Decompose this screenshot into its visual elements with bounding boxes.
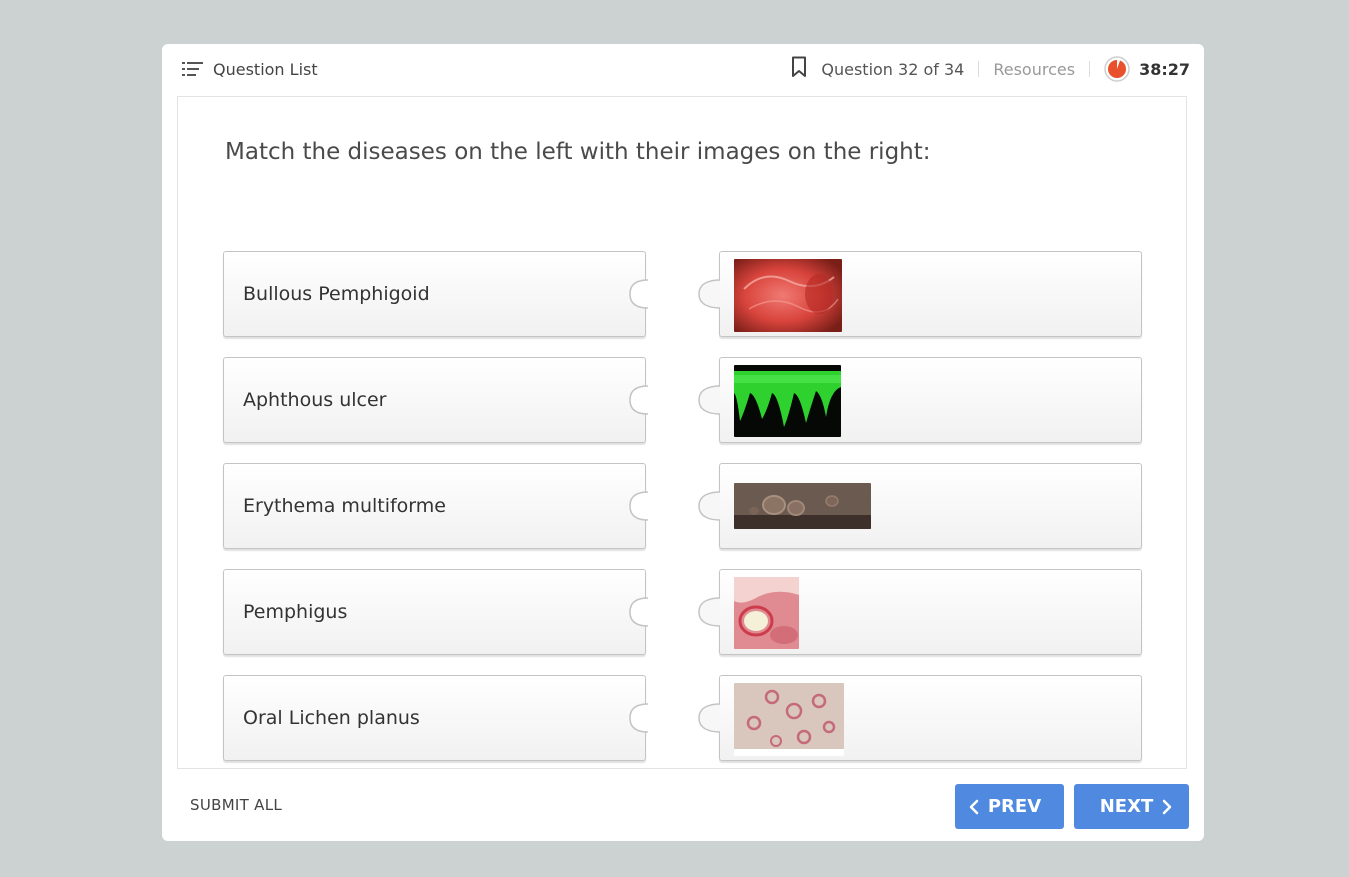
chevron-left-icon xyxy=(969,799,979,815)
prev-button[interactable]: PREV xyxy=(955,784,1064,829)
puzzle-tab xyxy=(698,279,720,309)
top-right-controls: Question 32 of 34 Resources 38:27 xyxy=(791,54,1190,84)
target-lesions-skin-image xyxy=(734,683,844,756)
red-oral-mucosa-lesion-image xyxy=(734,259,842,332)
disease-label: Aphthous ulcer xyxy=(243,389,387,411)
timer-display: 38:27 xyxy=(1139,59,1190,79)
prev-label: PREV xyxy=(987,796,1042,817)
blisters-on-dark-skin-image xyxy=(734,483,871,529)
list-icon xyxy=(182,62,203,76)
draggable-disease-piece[interactable]: Oral Lichen planus xyxy=(223,675,648,761)
question-counter: Question 32 of 34 xyxy=(821,59,965,79)
disease-label: Bullous Pemphigoid xyxy=(243,283,430,305)
draggable-disease-piece[interactable]: Bullous Pemphigoid xyxy=(223,251,648,337)
puzzle-tab xyxy=(698,597,720,627)
draggable-disease-piece[interactable]: Pemphigus xyxy=(223,569,648,655)
puzzle-notch xyxy=(629,703,648,733)
image-match-piece[interactable] xyxy=(698,251,1142,337)
footer: SUBMIT ALL PREV NEXT xyxy=(162,769,1204,841)
question-panel: Match the diseases on the left with thei… xyxy=(177,96,1187,769)
image-match-piece[interactable] xyxy=(698,675,1142,761)
disease-label: Erythema multiforme xyxy=(243,495,446,517)
image-match-piece[interactable] xyxy=(698,357,1142,443)
green-immunofluorescence-image xyxy=(734,365,841,437)
image-match-piece[interactable] xyxy=(698,463,1142,549)
question-list-button[interactable]: Question List xyxy=(182,58,318,80)
disease-label: Pemphigus xyxy=(243,601,348,623)
puzzle-notch xyxy=(629,597,648,627)
puzzle-notch xyxy=(629,491,648,521)
question-prompt: Match the diseases on the left with thei… xyxy=(225,139,931,165)
next-label: NEXT xyxy=(1099,796,1154,817)
next-button[interactable]: NEXT xyxy=(1074,784,1189,829)
chevron-right-icon xyxy=(1162,799,1172,815)
image-match-piece[interactable] xyxy=(698,569,1142,655)
bookmark-icon xyxy=(791,56,807,82)
timer-icon xyxy=(1104,56,1130,82)
disease-label: Oral Lichen planus xyxy=(243,707,420,729)
resources-link[interactable]: Resources xyxy=(993,60,1075,79)
puzzle-notch xyxy=(629,385,648,415)
submit-all-button[interactable]: SUBMIT ALL xyxy=(190,796,282,814)
quiz-card: Question List Question 32 of 34 Resource… xyxy=(162,44,1204,841)
puzzle-tab xyxy=(698,491,720,521)
bookmark-button[interactable] xyxy=(791,56,807,82)
draggable-disease-piece[interactable]: Aphthous ulcer xyxy=(223,357,648,443)
top-bar: Question List Question 32 of 34 Resource… xyxy=(162,44,1204,96)
puzzle-notch xyxy=(629,279,648,309)
divider xyxy=(1089,61,1091,77)
draggable-disease-piece[interactable]: Erythema multiforme xyxy=(223,463,648,549)
divider xyxy=(978,61,980,77)
puzzle-tab xyxy=(698,703,720,733)
puzzle-tab xyxy=(698,385,720,415)
oral-ulcer-lip-image xyxy=(734,577,799,649)
question-list-label: Question List xyxy=(213,59,318,79)
